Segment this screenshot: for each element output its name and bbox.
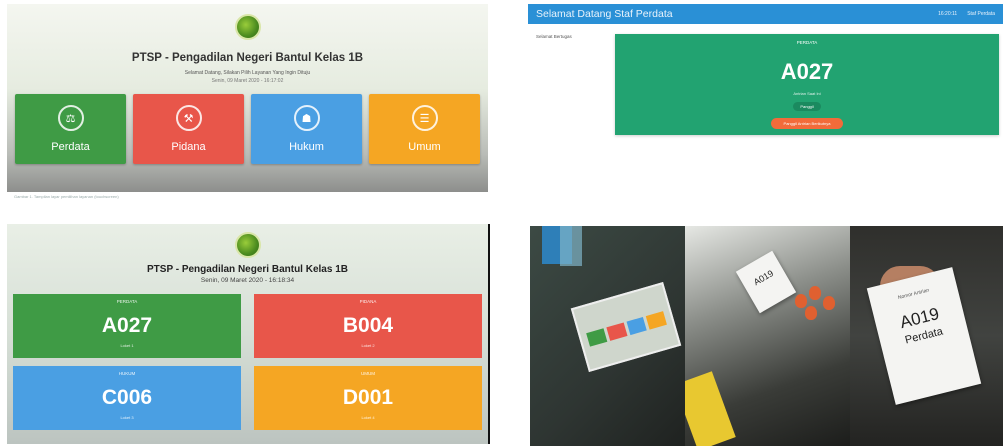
kiosk-photo xyxy=(530,226,685,446)
pidana-queue-card: PIDANA B004 Loket 2 xyxy=(254,294,482,358)
queue-display-board: PTSP - Pengadilan Negeri Bantul Kelas 1B… xyxy=(7,224,490,444)
perdata-heading: PERDATA xyxy=(116,299,138,304)
hukum-number: C006 xyxy=(101,386,153,409)
ticket-photo: Nomor Antrian A019 Perdata xyxy=(850,226,1003,446)
queue-status: Antrian Saat Ini xyxy=(793,91,821,96)
hukum-counter: Loket 3 xyxy=(120,415,134,420)
topbar-right: 16:20:11 Staf Perdata xyxy=(938,11,995,17)
hukum-queue-card: HUKUM C006 Loket 3 xyxy=(13,366,241,430)
pidana-counter: Loket 2 xyxy=(361,343,375,348)
hukum-button[interactable]: ☗ Hukum xyxy=(251,94,362,164)
perdata-button[interactable]: ⚖ Perdata xyxy=(15,94,126,164)
topbar-user-link[interactable]: Staf Perdata xyxy=(967,11,995,17)
board-header: PTSP - Pengadilan Negeri Bantul Kelas 1B… xyxy=(7,232,488,284)
perdata-counter: Loket 1 xyxy=(120,343,134,348)
hukum-heading: HUKUM xyxy=(118,371,136,376)
staff-app-title: Selamat Datang Staf Perdata xyxy=(536,8,673,20)
topbar-clock: 16:20:11 xyxy=(938,11,958,17)
tile-red xyxy=(606,322,628,341)
kiosk-subtitle: Selamat Datang, Silakan Pilih Layanan Ya… xyxy=(184,70,311,76)
umum-label: Umum xyxy=(408,141,441,153)
bottle-object xyxy=(560,226,582,266)
kiosk-screen-photo xyxy=(570,282,682,372)
current-queue-card: PERDATA A027 Antrian Saat Ini Panggil Pa… xyxy=(615,34,999,135)
welcome-text: Selamat Bertugas xyxy=(536,34,572,39)
hukum-label: Hukum xyxy=(289,141,324,153)
tile-blue xyxy=(626,316,647,336)
kiosk-header: PTSP - Pengadilan Negeri Bantul Kelas 1B… xyxy=(7,14,488,84)
printer-photo: A019 xyxy=(685,226,850,446)
service-buttons: ⚖ Perdata ⚒ Pidana ☗ Hukum ☰ Umum xyxy=(15,94,480,164)
queue-category-label: PERDATA xyxy=(796,40,818,45)
board-title: PTSP - Pengadilan Negeri Bantul Kelas 1B xyxy=(147,264,348,275)
screen-tiles xyxy=(586,311,667,347)
photo-collage: A019 Nomor Antrian A019 Perdata xyxy=(530,226,1003,446)
kiosk-title: PTSP - Pengadilan Negeri Bantul Kelas 1B xyxy=(131,52,364,64)
printed-ticket-small: A019 xyxy=(735,250,797,314)
tile-green xyxy=(586,328,608,347)
queue-number: A027 xyxy=(780,59,834,84)
flower xyxy=(809,286,821,300)
umum-queue-card: UMUM D001 Loket 4 xyxy=(254,366,482,430)
kiosk-service-selection-screen: PTSP - Pengadilan Negeri Bantul Kelas 1B… xyxy=(7,4,488,192)
court-logo-icon xyxy=(234,14,261,40)
tile-orange xyxy=(646,311,667,330)
umum-button[interactable]: ☰ Umum xyxy=(369,94,480,164)
queue-grid: PERDATA A027 Loket 1 PIDANA B004 Loket 2… xyxy=(13,294,482,434)
flower xyxy=(823,296,835,310)
umum-number: D001 xyxy=(342,386,394,409)
scales-icon: ⚖ xyxy=(57,105,84,131)
gavel-icon: ⚒ xyxy=(175,105,202,131)
printed-ticket-large: Nomor Antrian A019 Perdata xyxy=(866,267,982,405)
umum-heading: UMUM xyxy=(361,371,375,376)
next-queue-button[interactable]: Panggil Antrian Berikutnya xyxy=(771,118,843,129)
flowers-object xyxy=(795,286,845,326)
pidana-number: B004 xyxy=(342,314,394,337)
pidana-label: Pidana xyxy=(171,141,206,153)
flower xyxy=(805,306,817,320)
pidana-button[interactable]: ⚒ Pidana xyxy=(133,94,244,164)
ticket-small-number: A019 xyxy=(751,268,776,288)
document-icon: ☰ xyxy=(411,105,438,131)
flower xyxy=(795,294,807,308)
yellow-panel-object xyxy=(685,371,736,446)
staff-call-screen: Selamat Datang Staf Perdata 16:20:11 Sta… xyxy=(528,4,1003,194)
figure-caption: Gambar 1. Tampilan layar pemilihan layan… xyxy=(14,194,119,199)
umum-counter: Loket 4 xyxy=(361,415,375,420)
staff-topbar: Selamat Datang Staf Perdata 16:20:11 Sta… xyxy=(528,4,1003,24)
recall-button[interactable]: Panggil xyxy=(793,102,821,111)
perdata-number: A027 xyxy=(101,314,153,337)
court-logo-icon xyxy=(234,232,261,258)
kiosk-date: Senin, 09 Maret 2020 - 16:17:02 xyxy=(211,78,284,84)
perdata-label: Perdata xyxy=(51,141,90,153)
board-date: Senin, 09 Maret 2020 - 16:18:34 xyxy=(200,277,295,284)
emblem-icon: ☗ xyxy=(293,105,320,131)
perdata-queue-card: PERDATA A027 Loket 1 xyxy=(13,294,241,358)
pidana-heading: PIDANA xyxy=(359,299,377,304)
